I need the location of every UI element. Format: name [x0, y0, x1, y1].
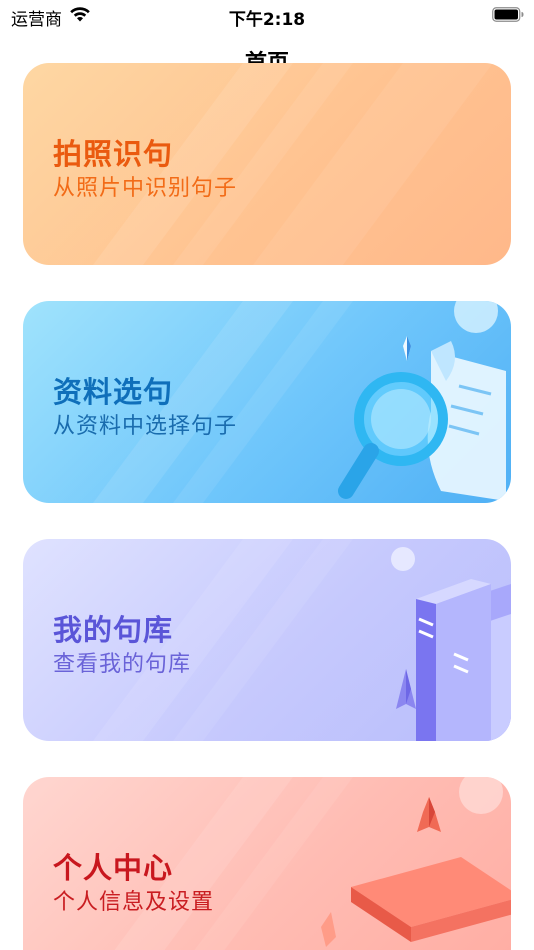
material-select-card[interactable]: 资料选句 从资料中选择句子 [23, 301, 511, 503]
status-bar: 运营商 下午2:18 [0, 0, 534, 30]
magnifier-document-icon [338, 301, 506, 501]
photo-recognize-card[interactable]: 拍照识句 从照片中识别句子 [23, 63, 511, 265]
personal-center-card[interactable]: 个人中心 个人信息及设置 [23, 777, 511, 950]
card-title: 我的句库 [53, 613, 174, 647]
card-title: 个人中心 [53, 851, 174, 885]
clock: 下午2:18 [228, 10, 306, 30]
books-icon [391, 547, 511, 741]
card-title: 拍照识句 [53, 137, 174, 171]
card-subtitle: 查看我的句库 [53, 652, 192, 677]
graduation-cap-icon [321, 777, 511, 947]
card-subtitle: 从资料中选择句子 [53, 414, 238, 439]
battery-icon [492, 7, 524, 22]
card-subtitle: 个人信息及设置 [53, 890, 215, 915]
my-library-card[interactable]: 我的句库 查看我的句库 [23, 539, 511, 741]
card-title: 资料选句 [53, 375, 174, 409]
card-subtitle: 从照片中识别句子 [53, 176, 238, 201]
